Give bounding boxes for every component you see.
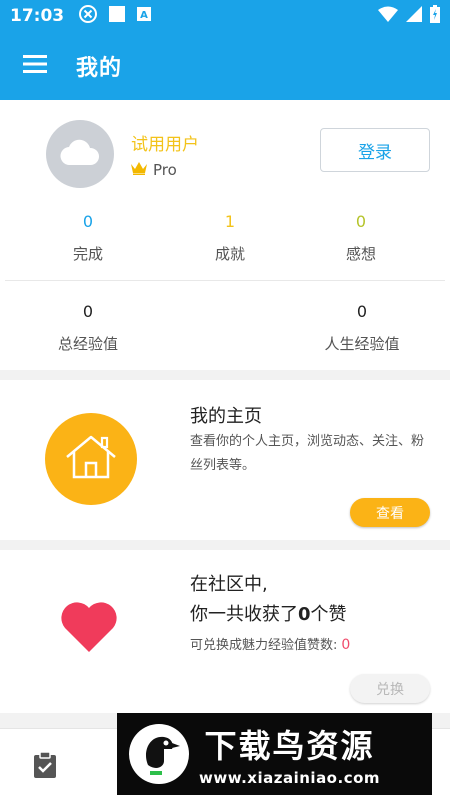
app-bar: 我的 (0, 32, 450, 100)
homepage-card[interactable]: 我的主页 查看你的个人主页，浏览动态、关注、粉丝列表等。 查看 (0, 380, 450, 540)
stat-total-exp: 0 总经验值 (38, 302, 138, 354)
status-time: 17:03 (10, 6, 65, 26)
exchange-button[interactable]: 兑换 (350, 674, 430, 703)
stat-value: 0 (82, 212, 94, 231)
status-bar: 17:03 A (0, 0, 450, 32)
stat-label: 总经验值 (57, 335, 118, 353)
page-title: 我的 (76, 56, 123, 81)
heart-icon (60, 600, 118, 658)
battery-icon (430, 5, 440, 27)
profile-card: 试用用户 Pro 登录 0 完成 1 成就 0 感想 0 总经验值 0 人生经验… (0, 100, 450, 370)
homepage-title: 我的主页 (190, 406, 262, 427)
likes-line-1: 在社区中, (190, 574, 268, 595)
redeem-value: 0 (341, 637, 351, 653)
bird-logo-icon (123, 718, 195, 790)
pro-label: Pro (153, 160, 177, 179)
likes-count: 0 (298, 604, 311, 625)
redeem-info: 可兑换成魅力经验值赞数: 0 (190, 634, 350, 653)
stat-label: 成就 (214, 245, 245, 263)
menu-button[interactable] (0, 32, 70, 100)
pro-badge: Pro (131, 160, 177, 179)
avatar[interactable] (46, 120, 114, 188)
likes-suffix: 个赞 (310, 604, 347, 625)
wifi-icon (378, 6, 398, 26)
watermark-url: www.xiazainiao.com (199, 769, 381, 787)
svg-text:A: A (140, 10, 148, 21)
stat-achievement[interactable]: 1 成就 (180, 212, 280, 264)
stat-life-exp: 0 人生经验值 (312, 302, 412, 354)
divider (5, 280, 445, 281)
stat-complete[interactable]: 0 完成 (38, 212, 138, 264)
stat-label: 人生经验值 (324, 335, 400, 353)
user-name: 试用用户 (131, 135, 199, 155)
likes-prefix: 你一共收获了 (190, 604, 298, 625)
watermark-banner: 下载鸟资源 www.xiazainiao.com (117, 713, 432, 795)
likes-card: 在社区中, 你一共收获了0个赞 可兑换成魅力经验值赞数: 0 兑换 (0, 550, 450, 713)
menu-icon (23, 54, 47, 78)
cloud-icon (60, 139, 100, 169)
login-button[interactable]: 登录 (320, 128, 430, 172)
stat-value: 1 (224, 212, 236, 231)
home-icon (64, 433, 118, 485)
likes-line-2: 你一共收获了0个赞 (190, 600, 347, 626)
redeem-label: 可兑换成魅力经验值赞数: (190, 638, 338, 653)
stat-value: 0 (356, 302, 368, 321)
stat-thoughts[interactable]: 0 感想 (311, 212, 411, 264)
a-box-icon: A (136, 6, 152, 26)
stat-label: 感想 (345, 245, 376, 263)
watermark-text: 下载鸟资源 (204, 727, 375, 765)
stat-value: 0 (82, 302, 94, 321)
home-icon-circle (45, 413, 137, 505)
signal-icon (406, 6, 422, 26)
square-icon (108, 5, 126, 27)
crown-icon (131, 160, 147, 179)
stat-label: 完成 (72, 245, 103, 263)
view-button[interactable]: 查看 (350, 498, 430, 527)
clipboard-check-icon[interactable] (33, 751, 57, 782)
stat-value: 0 (355, 212, 367, 231)
close-circle-icon (78, 4, 98, 28)
homepage-description: 查看你的个人主页，浏览动态、关注、粉丝列表等。 (190, 434, 425, 473)
